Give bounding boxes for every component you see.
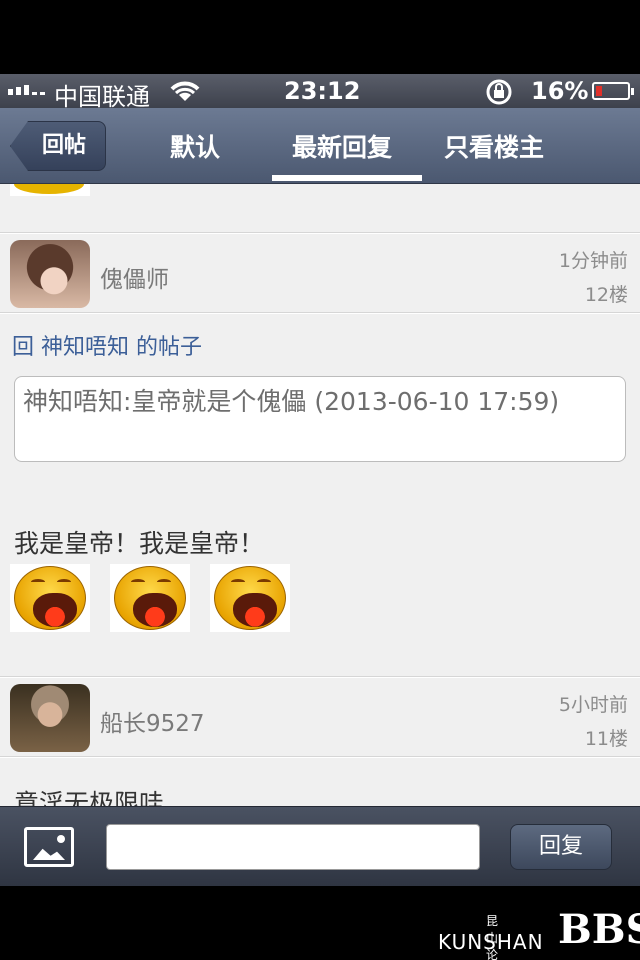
watermark-en: KUNSHAN: [438, 930, 544, 954]
battery-percent: 16%: [531, 77, 589, 105]
reply-input[interactable]: [106, 824, 480, 870]
laughing-face-icon: [10, 184, 90, 196]
reply-button[interactable]: 回复: [510, 824, 612, 870]
laughing-face-icon: [10, 564, 90, 632]
post-header: 傀儡师 1分钟前 12楼: [0, 234, 640, 314]
back-button[interactable]: 回帖: [10, 121, 106, 171]
selected-tab-indicator: [272, 175, 422, 181]
post-header: 船长9527 5小时前 11楼: [0, 678, 640, 758]
post-body: 意淫无极限哇: [14, 789, 165, 806]
tab-default[interactable]: 默认: [170, 128, 220, 164]
tab-bar: 默认 最新回复 只看楼主: [120, 108, 640, 184]
battery-icon: [592, 82, 634, 100]
username[interactable]: 船长9527: [100, 704, 205, 738]
rotation-lock-icon: [482, 79, 516, 111]
floor-number: 11楼: [584, 728, 628, 750]
bottom-black-bar: [0, 886, 640, 960]
tab-latest-replies[interactable]: 最新回复: [292, 128, 392, 164]
tab-owner-only[interactable]: 只看楼主: [444, 128, 544, 164]
post-body: 我是皇帝！我是皇帝！: [14, 529, 265, 558]
laughing-face-icon: [210, 564, 290, 632]
top-black-bar: [0, 0, 640, 74]
post-time: 5小时前: [558, 694, 628, 716]
carrier-name: 中国联通: [54, 83, 150, 111]
image-icon[interactable]: [24, 827, 74, 867]
watermark-bbs: BBS: [558, 906, 640, 953]
avatar[interactable]: [10, 240, 90, 308]
laughing-face-icon: [110, 564, 190, 632]
avatar[interactable]: [10, 684, 90, 752]
wifi-icon: [168, 80, 202, 108]
floor-number: 12楼: [584, 284, 628, 306]
clock: 23:12: [284, 77, 361, 105]
divider: [0, 312, 640, 314]
reply-toolbar: 回复: [0, 806, 640, 886]
username[interactable]: 傀儡师: [100, 260, 169, 294]
divider: [0, 756, 640, 758]
status-bar: 中国联通 23:12 16%: [0, 74, 640, 111]
thread-content[interactable]: 傀儡师 1分钟前 12楼 回 神知唔知 的帖子 神知唔知:皇帝就是个傀儡 (20…: [0, 184, 640, 806]
signal-icon: [8, 85, 45, 95]
reply-to-link[interactable]: 回 神知唔知 的帖子: [12, 329, 202, 361]
quote-box: 神知唔知:皇帝就是个傀儡 (2013-06-10 17:59): [14, 376, 626, 462]
nav-bar: 回帖 默认 最新回复 只看楼主: [0, 108, 640, 184]
post-time: 1分钟前: [558, 250, 628, 272]
